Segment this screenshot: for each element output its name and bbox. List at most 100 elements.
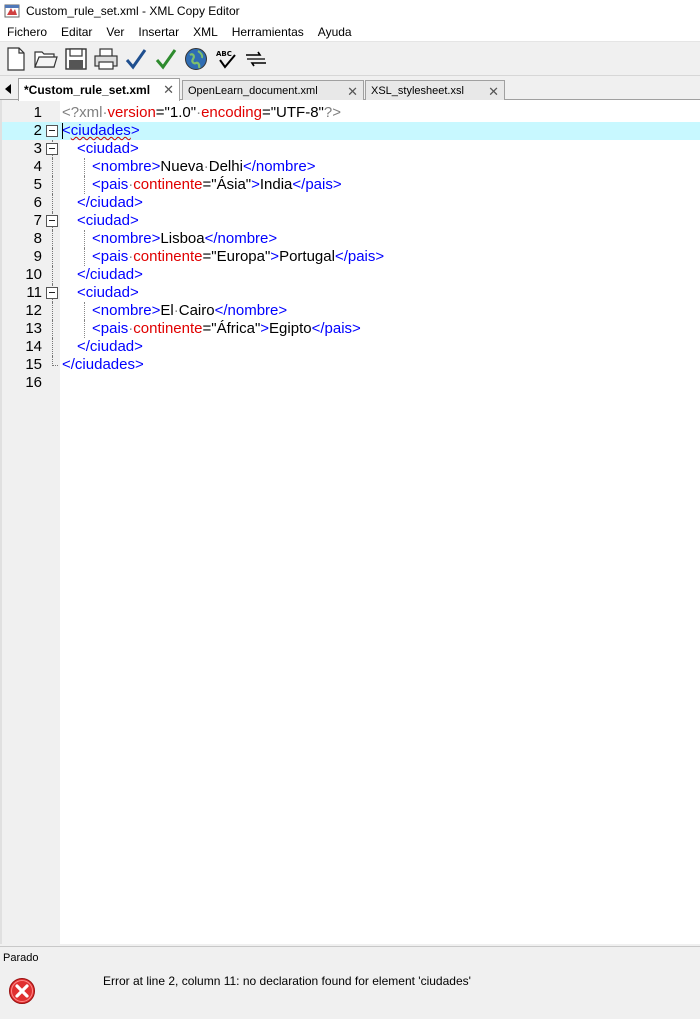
code-editor[interactable]: 1 <?xml·version="1.0"·encoding="UTF-8"?> 2… xyxy=(0,100,700,944)
fold-guide-line xyxy=(52,230,53,248)
code-token: <?xml xyxy=(62,104,103,121)
code-text: </ciudad> xyxy=(77,338,143,356)
open-button[interactable] xyxy=(33,46,59,72)
code-token: ="UTF-8" xyxy=(261,104,324,121)
xslt-button[interactable] xyxy=(243,46,269,72)
new-document-button[interactable] xyxy=(3,46,29,72)
tab-label: *Custom_rule_set.xml xyxy=(24,83,151,97)
fold-guide-line xyxy=(52,266,53,284)
code-line[interactable]: 8 <nombre>Lisboa</nombre> xyxy=(2,230,700,248)
code-token: > xyxy=(270,248,280,265)
line-number: 11 xyxy=(26,284,42,301)
fold-toggle-icon[interactable] xyxy=(46,287,58,299)
code-token: </pais> xyxy=(334,248,385,265)
code-lines[interactable]: 1 <?xml·version="1.0"·encoding="UTF-8"?> 2… xyxy=(2,104,700,392)
code-token: <ciudad> xyxy=(77,140,139,157)
code-line[interactable]: 1 <?xml·version="1.0"·encoding="UTF-8"?> xyxy=(2,104,700,122)
fold-guide-line xyxy=(52,320,53,338)
code-token: version xyxy=(107,104,156,121)
code-line[interactable]: 7 <ciudad> xyxy=(2,212,700,230)
code-line[interactable]: 4 <nombre>Nueva·Delhi</nombre> xyxy=(2,158,700,176)
code-text: <pais·continente="Europa">Portugal</pais… xyxy=(92,248,384,266)
code-line[interactable]: 12 <nombre>El·Cairo</nombre> xyxy=(2,302,700,320)
code-line[interactable]: 16 xyxy=(2,374,700,392)
tab-close-icon[interactable]: ✕ xyxy=(488,84,499,100)
code-token: </ciudad> xyxy=(77,194,143,211)
code-text: </ciudad> xyxy=(77,194,143,212)
code-line[interactable]: 3 <ciudad> xyxy=(2,140,700,158)
tab-xsl-stylesheet[interactable]: XSL_stylesheet.xsl ✕ xyxy=(365,80,505,100)
code-token: <pais xyxy=(92,320,129,337)
menu-editar[interactable]: Editar xyxy=(54,22,99,42)
print-button[interactable] xyxy=(93,46,119,72)
tab-label: OpenLearn_document.xml xyxy=(188,84,318,97)
indent-guide xyxy=(84,230,85,248)
code-token: </nombre> xyxy=(204,230,278,247)
check-wellformed-icon xyxy=(125,49,147,70)
code-token: continente xyxy=(133,176,203,193)
code-text: <ciudad> xyxy=(77,212,139,230)
save-button[interactable] xyxy=(63,46,89,72)
code-token: ="1.0" xyxy=(155,104,197,121)
menu-herramientas[interactable]: Herramientas xyxy=(225,22,311,42)
status-text: Parado xyxy=(3,951,39,964)
tab-openlearn-document[interactable]: OpenLearn_document.xml ✕ xyxy=(182,80,364,100)
code-text: <pais·continente="Ásia">India</pais> xyxy=(92,176,342,194)
check-wellformed-button[interactable] xyxy=(123,46,149,72)
browser-button[interactable] xyxy=(183,46,209,72)
code-text: <ciudad> xyxy=(77,284,139,302)
code-token: <ciudad> xyxy=(77,212,139,229)
code-token: ="Europa" xyxy=(202,248,271,265)
spellcheck-button[interactable]: ABC xyxy=(213,46,239,72)
code-token: </nombre> xyxy=(242,158,316,175)
code-token: <pais xyxy=(92,248,129,265)
tab-custom-rule-set[interactable]: *Custom_rule_set.xml ✕ xyxy=(18,78,180,101)
menu-ayuda[interactable]: Ayuda xyxy=(311,22,359,42)
code-token: continente xyxy=(133,248,203,265)
fold-toggle-icon[interactable] xyxy=(46,215,58,227)
menu-ver[interactable]: Ver xyxy=(99,22,131,42)
code-text: <nombre>El·Cairo</nombre> xyxy=(92,302,287,320)
menu-fichero[interactable]: Fichero xyxy=(0,22,54,42)
code-token: El xyxy=(160,302,174,319)
tab-close-icon[interactable]: ✕ xyxy=(163,82,174,98)
code-token: < xyxy=(62,122,71,139)
menu-insertar[interactable]: Insertar xyxy=(131,22,186,42)
code-text: <nombre>Lisboa</nombre> xyxy=(92,230,277,248)
menu-bar: Fichero Editar Ver Insertar XML Herramie… xyxy=(0,22,700,42)
fold-guide-line xyxy=(52,338,53,356)
fold-toggle-icon[interactable] xyxy=(46,143,58,155)
line-number: 3 xyxy=(33,140,42,157)
code-line[interactable]: 9 <pais·continente="Europa">Portugal</pai… xyxy=(2,248,700,266)
code-line[interactable]: 10 </ciudad> xyxy=(2,266,700,284)
code-token: </ciudades> xyxy=(62,356,144,373)
indent-guide xyxy=(84,176,85,194)
code-line[interactable]: 13 <pais·continente="África">Egipto</pais… xyxy=(2,320,700,338)
fold-toggle-icon[interactable] xyxy=(46,125,58,137)
line-number: 10 xyxy=(25,266,42,283)
code-line[interactable]: 15 </ciudades> xyxy=(2,356,700,374)
code-line[interactable]: 6 </ciudad> xyxy=(2,194,700,212)
menu-xml[interactable]: XML xyxy=(186,22,225,42)
code-token: ="Ásia" xyxy=(202,176,252,193)
new-document-icon xyxy=(7,47,25,71)
code-token: </nombre> xyxy=(214,302,288,319)
code-token: </pais> xyxy=(311,320,361,337)
code-line[interactable]: 14 </ciudad> xyxy=(2,338,700,356)
error-message: Error at line 2, column 11: no declarati… xyxy=(103,974,471,988)
tab-bar: *Custom_rule_set.xml ✕ OpenLearn_documen… xyxy=(0,78,700,101)
tab-close-icon[interactable]: ✕ xyxy=(347,84,358,100)
code-line[interactable]: 5 <pais·continente="Ásia">India</pais> xyxy=(2,176,700,194)
code-text: </ciudad> xyxy=(77,266,143,284)
code-token: <ciudad> xyxy=(77,284,139,301)
validate-button[interactable] xyxy=(153,46,179,72)
code-line[interactable]: 2 <ciudades> xyxy=(2,122,700,140)
line-number: 15 xyxy=(25,356,42,373)
tab-scroll-left-icon[interactable] xyxy=(3,83,13,95)
code-line[interactable]: 11 <ciudad> xyxy=(2,284,700,302)
indent-guide xyxy=(84,320,85,338)
fold-end-marker xyxy=(52,356,58,366)
line-number: 8 xyxy=(33,230,42,247)
code-token: Delhi xyxy=(208,158,243,175)
code-token: encoding xyxy=(201,104,262,121)
